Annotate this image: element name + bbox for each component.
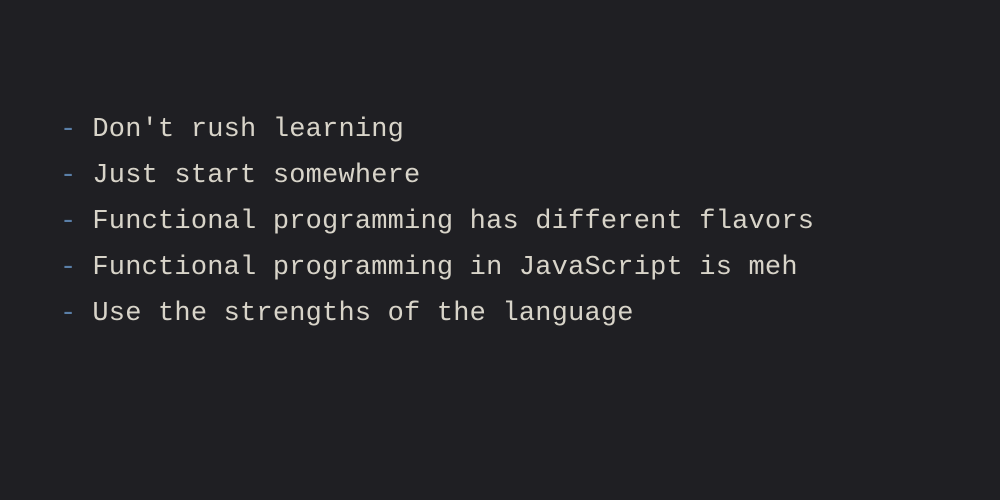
list-item-text: Just start somewhere: [92, 154, 420, 200]
list-item-text: Functional programming has different fla…: [92, 200, 814, 246]
bullet-icon: -: [60, 154, 76, 200]
list-item-text: Functional programming in JavaScript is …: [92, 246, 797, 292]
list-item: - Just start somewhere: [60, 154, 1000, 200]
bullet-list: - Don't rush learning - Just start somew…: [60, 108, 1000, 337]
list-item: - Don't rush learning: [60, 108, 1000, 154]
bullet-icon: -: [60, 200, 76, 246]
bullet-icon: -: [60, 292, 76, 338]
list-item: - Functional programming has different f…: [60, 200, 1000, 246]
list-item-text: Don't rush learning: [92, 108, 404, 154]
list-item-text: Use the strengths of the language: [92, 292, 633, 338]
list-item: - Functional programming in JavaScript i…: [60, 246, 1000, 292]
bullet-icon: -: [60, 246, 76, 292]
list-item: - Use the strengths of the language: [60, 292, 1000, 338]
bullet-icon: -: [60, 108, 76, 154]
